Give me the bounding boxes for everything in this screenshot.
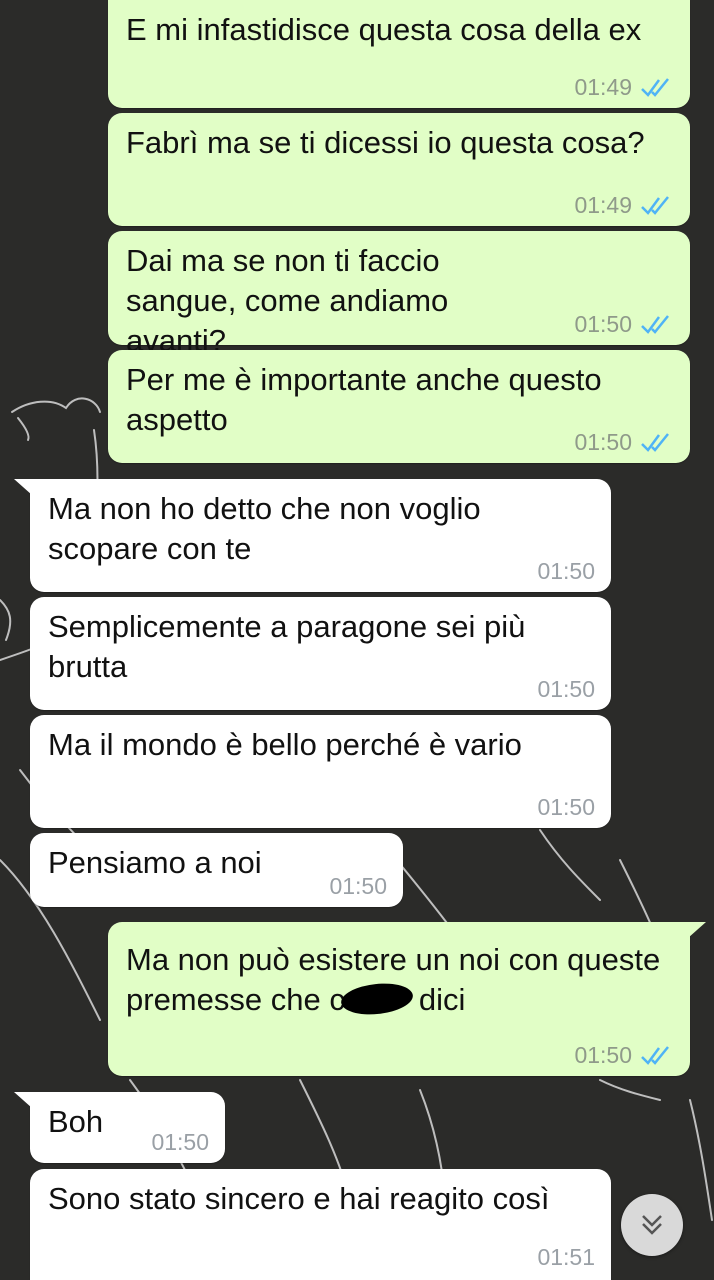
message-time: 01:50 <box>537 558 595 584</box>
message-meta: 01:49 <box>574 192 674 218</box>
message-bubble-incoming[interactable]: Boh 01:50 <box>14 1092 225 1163</box>
message-meta: 01:50 <box>329 873 387 899</box>
bubble-tail <box>688 922 706 938</box>
message-bubble-incoming[interactable]: Sono stato sincero e hai reagito così 01… <box>30 1169 611 1280</box>
message-bubble-incoming[interactable]: Ma il mondo è bello perché è vario 01:50 <box>30 715 611 828</box>
message-text: Sono stato sincero e hai reagito così <box>48 1181 550 1216</box>
bubble-tail <box>14 479 32 495</box>
message-meta: 01:50 <box>574 1042 674 1068</box>
message-text: Semplicemente a paragone sei più brutta <box>48 609 534 684</box>
message-bubble-incoming[interactable]: Ma non ho detto che non voglio scopare c… <box>14 479 611 592</box>
message-bubble-outgoing[interactable]: Dai ma se non ti faccio sangue, come and… <box>108 231 690 358</box>
message-time: 01:50 <box>574 429 632 455</box>
message-text: Ma il mondo è bello perché è vario <box>48 727 522 762</box>
message-time: 01:50 <box>151 1129 209 1155</box>
message-bubble-outgoing[interactable]: Ma non può esistere un noi con queste pr… <box>108 922 706 1076</box>
message-text: E mi infastidisce questa cosa della ex <box>126 12 642 47</box>
message-meta: 01:50 <box>574 311 674 337</box>
message-text: Fabrì ma se ti dicessi io questa cosa? <box>126 125 645 160</box>
message-time: 01:50 <box>537 794 595 820</box>
double-check-icon <box>641 78 669 97</box>
message-bubble-incoming[interactable]: Pensiamo a noi 01:50 <box>30 833 403 907</box>
chevron-double-down-icon <box>642 1215 662 1235</box>
message-text: Ma non può esistere un noi con queste pr… <box>126 932 672 1020</box>
message-meta: 01:50 <box>537 676 595 702</box>
message-meta: 01:50 <box>574 429 674 455</box>
message-meta: 01:50 <box>537 794 595 820</box>
message-text: Ma non ho detto che non voglio scopare c… <box>48 491 490 566</box>
double-check-icon <box>641 1046 669 1065</box>
message-time: 01:49 <box>574 74 632 100</box>
message-text-after-redaction: dici <box>418 982 466 1017</box>
message-time: 01:50 <box>574 311 632 337</box>
message-meta: 01:51 <box>537 1244 595 1270</box>
message-bubble-outgoing[interactable]: Fabrì ma se ti dicessi io questa cosa? 0… <box>108 113 690 226</box>
bubble-tail <box>14 1092 32 1108</box>
double-check-icon <box>641 433 669 452</box>
message-meta: 01:49 <box>574 74 674 100</box>
double-check-icon <box>641 315 669 334</box>
message-meta: 01:50 <box>537 558 595 584</box>
message-text: Per me è importante anche questo aspetto <box>126 362 611 437</box>
message-time: 01:51 <box>537 1244 595 1270</box>
message-meta: 01:50 <box>151 1129 209 1155</box>
message-time: 01:50 <box>574 1042 632 1068</box>
double-check-icon <box>641 196 669 215</box>
message-bubble-outgoing[interactable]: Per me è importante anche questo aspetto… <box>108 350 690 463</box>
message-bubble-outgoing[interactable]: E mi infastidisce questa cosa della ex 0… <box>108 0 690 108</box>
scroll-to-bottom-button[interactable] <box>621 1194 683 1256</box>
message-time: 01:50 <box>329 873 387 899</box>
message-time: 01:49 <box>574 192 632 218</box>
message-text: Dai ma se non ti faccio sangue, come and… <box>126 243 457 358</box>
message-bubble-incoming[interactable]: Semplicemente a paragone sei più brutta … <box>30 597 611 710</box>
redaction-scribble <box>339 980 415 1018</box>
message-time: 01:50 <box>537 676 595 702</box>
